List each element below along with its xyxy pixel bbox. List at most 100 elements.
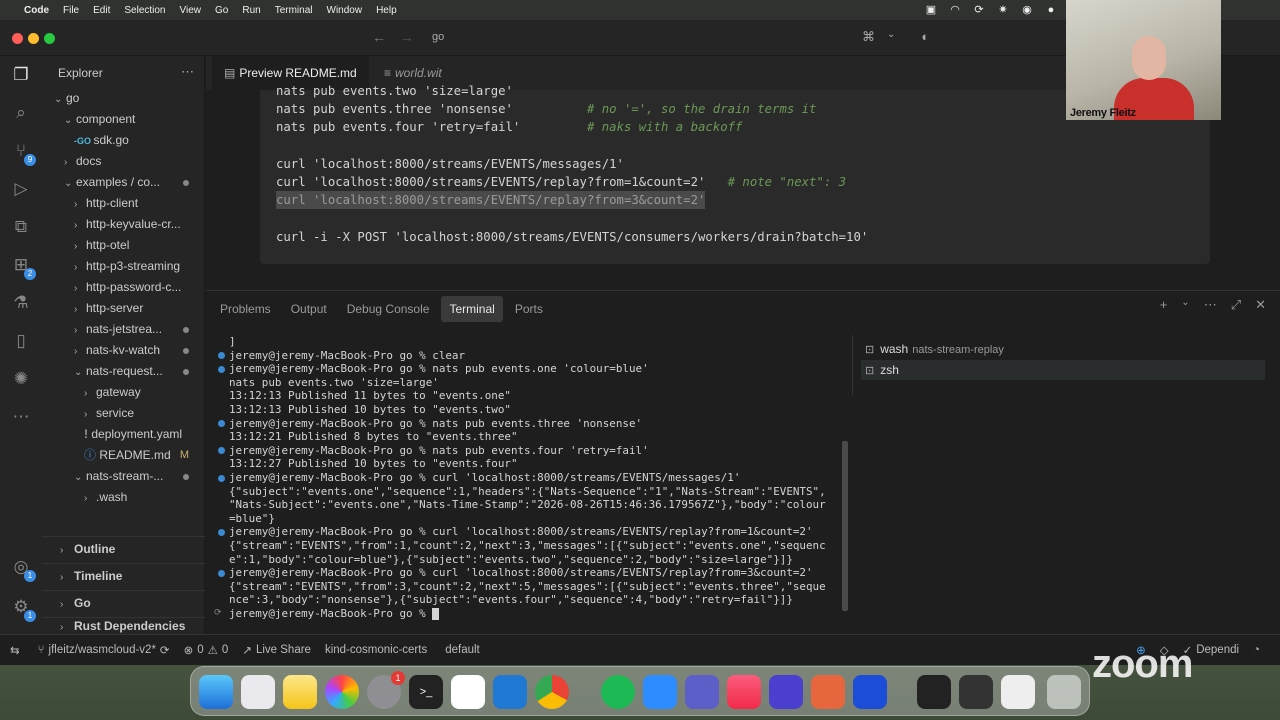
tree-item[interactable]: › http-otel: [42, 235, 205, 256]
tree-item[interactable]: › nats-jetstrea...: [42, 319, 205, 340]
command-decoration-dot[interactable]: [218, 352, 225, 360]
linear-icon[interactable]: [769, 675, 803, 709]
settings-gear-icon[interactable]: ⚙ 1: [10, 596, 36, 622]
account-icon[interactable]: ◎ 1: [10, 556, 36, 582]
tree-item[interactable]: ⓘ README.md M: [42, 445, 205, 466]
tree-item[interactable]: ⌄ nats-stream-...: [42, 466, 205, 487]
section-timeline[interactable]: › Timeline: [42, 563, 205, 587]
bookmarks-icon[interactable]: ▯: [10, 330, 32, 352]
remote-explorer-icon[interactable]: ⧉: [10, 216, 32, 238]
menu-edit[interactable]: Edit: [93, 5, 110, 16]
menu-terminal[interactable]: Terminal: [275, 5, 313, 16]
menu-run[interactable]: Run: [242, 5, 260, 16]
tree-item[interactable]: ⌄ component: [42, 109, 205, 130]
terminal-item-wash[interactable]: ⊡ wash nats-stream-replay: [861, 339, 1265, 359]
command-decoration-dot[interactable]: [218, 474, 225, 482]
menu-go[interactable]: Go: [215, 5, 228, 16]
tab-ports[interactable]: Ports: [507, 296, 551, 322]
section-go[interactable]: › Go: [42, 590, 205, 614]
testing-icon[interactable]: ⚗: [10, 292, 32, 314]
tree-item[interactable]: › http-server: [42, 298, 205, 319]
command-decoration-dot[interactable]: [218, 528, 225, 536]
trash-icon[interactable]: [1047, 675, 1081, 709]
kube-context[interactable]: kind-cosmonic-certs: [325, 644, 427, 656]
zoom-app-icon[interactable]: [643, 675, 677, 709]
menu-app-name[interactable]: Code: [24, 5, 49, 16]
more-icon[interactable]: ⋯: [10, 406, 32, 428]
tree-item[interactable]: › http-p3-streaming: [42, 256, 205, 277]
command-decoration-dot[interactable]: [218, 365, 225, 373]
command-center-search[interactable]: go: [432, 31, 444, 43]
tree-item[interactable]: › http-password-c...: [42, 277, 205, 298]
minimize-window-button[interactable]: [28, 33, 39, 44]
terminal-prompt-line[interactable]: jeremy@jeremy-MacBook-Pro go %: [229, 607, 838, 621]
tree-item[interactable]: › http-client: [42, 193, 205, 214]
webex-icon[interactable]: [853, 675, 887, 709]
more-icon[interactable]: ⋯: [1204, 297, 1217, 313]
slack-icon[interactable]: [451, 675, 485, 709]
terminal-scrollbar[interactable]: [842, 441, 848, 611]
close-panel-icon[interactable]: ✕: [1255, 297, 1266, 313]
tree-item[interactable]: ⌄ examples / co...: [42, 172, 205, 193]
more-actions-icon[interactable]: ⋯: [181, 64, 194, 80]
chrome-icon[interactable]: [535, 675, 569, 709]
menu-file[interactable]: File: [63, 5, 79, 16]
terminal-item-zsh[interactable]: ⊡ zsh: [861, 360, 1265, 380]
spotify-icon[interactable]: [601, 675, 635, 709]
tab-terminal[interactable]: Terminal: [441, 296, 503, 322]
command-decoration-dot[interactable]: [218, 569, 225, 577]
chevron-down-icon[interactable]: ⌄: [887, 29, 895, 45]
tree-item[interactable]: › docs: [42, 151, 205, 172]
recent-window-2[interactable]: [959, 675, 993, 709]
wifi-icon[interactable]: ◠: [948, 3, 962, 17]
accounts-icon[interactable]: ◐: [921, 29, 929, 45]
menu-window[interactable]: Window: [327, 5, 363, 16]
source-control-icon[interactable]: ⑂ 9: [10, 140, 36, 166]
launchpad-icon[interactable]: [241, 675, 275, 709]
notifications-icon[interactable]: ◔: [1253, 644, 1260, 656]
kube-namespace[interactable]: default: [445, 644, 480, 656]
recent-window-1[interactable]: [917, 675, 951, 709]
problems-status[interactable]: ⊗ 0 ⚠ 0: [184, 643, 229, 657]
command-decoration-dot[interactable]: [218, 420, 225, 428]
section-outline[interactable]: › Outline: [42, 536, 205, 560]
remote-indicator[interactable]: ⇆: [10, 643, 20, 657]
bluetooth-icon[interactable]: ◉: [1020, 3, 1034, 17]
tree-item[interactable]: › gateway: [42, 382, 205, 403]
screen-share-icon[interactable]: ▣: [924, 3, 938, 17]
maximize-window-button[interactable]: [44, 33, 55, 44]
close-window-button[interactable]: [12, 33, 23, 44]
finder-icon[interactable]: [199, 675, 233, 709]
chevron-down-icon[interactable]: ⌄: [1181, 297, 1189, 313]
tab-output[interactable]: Output: [283, 296, 335, 322]
tab-debug-console[interactable]: Debug Console: [339, 296, 438, 322]
forward-arrow-icon[interactable]: →: [400, 29, 414, 45]
explorer-icon[interactable]: ❐: [10, 64, 32, 86]
new-terminal-icon[interactable]: +: [1160, 297, 1168, 313]
terminal-app-icon[interactable]: >_: [409, 675, 443, 709]
tree-item[interactable]: › service: [42, 403, 205, 424]
maximize-panel-icon[interactable]: ⤢: [1231, 297, 1241, 313]
run-debug-icon[interactable]: ▷: [10, 178, 32, 200]
teams-icon[interactable]: [685, 675, 719, 709]
back-arrow-icon[interactable]: ←: [372, 29, 386, 45]
extensions-icon[interactable]: ⊞ 2: [10, 254, 36, 280]
copilot-chat-icon[interactable]: ⌘: [862, 29, 875, 45]
music-icon[interactable]: [727, 675, 761, 709]
live-share-button[interactable]: ↗ Live Share: [242, 643, 311, 657]
tree-item[interactable]: ! deployment.yaml: [42, 424, 205, 445]
tree-item[interactable]: › nats-kv-watch: [42, 340, 205, 361]
tree-item[interactable]: ⌄ nats-request...: [42, 361, 205, 382]
system-settings-icon[interactable]: 1: [367, 671, 405, 709]
vscode-icon[interactable]: [493, 675, 527, 709]
tab-problems[interactable]: Problems: [212, 296, 279, 322]
mic-icon[interactable]: ●: [1044, 3, 1058, 17]
command-decoration-dot[interactable]: [218, 447, 225, 455]
kubernetes-icon[interactable]: ✺: [10, 368, 32, 390]
sync-icon[interactable]: ⟳: [972, 3, 986, 17]
photos-icon[interactable]: [325, 675, 359, 709]
recent-window-3[interactable]: [1001, 675, 1035, 709]
tree-item[interactable]: › http-keyvalue-cr...: [42, 214, 205, 235]
branch-status[interactable]: ⑂ jfleitz/wasmcloud-v2* ⟳: [38, 643, 170, 657]
menu-selection[interactable]: Selection: [124, 5, 165, 16]
